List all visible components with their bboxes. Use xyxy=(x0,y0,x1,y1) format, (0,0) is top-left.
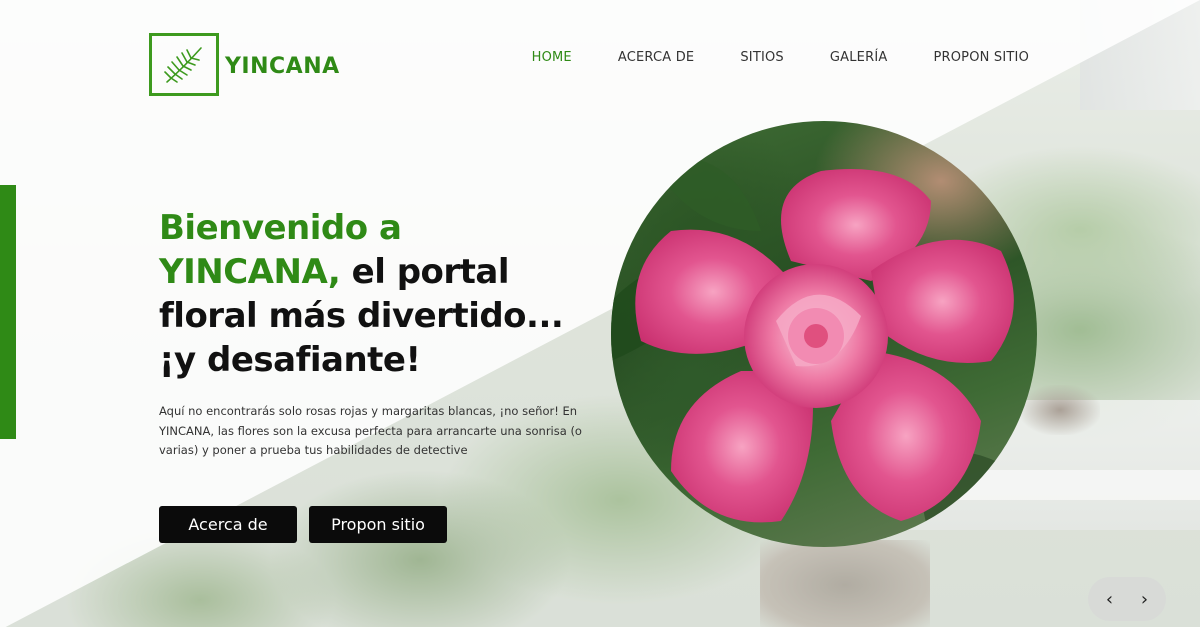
about-button[interactable]: Acerca de xyxy=(159,506,297,543)
hero-title-green-1: Bienvenido a xyxy=(159,208,402,248)
hero-title-green-2: YINCANA, xyxy=(159,252,341,292)
hero-title: Bienvenido a YINCANA, el portal floral m… xyxy=(159,206,599,382)
brand-name: YINCANA xyxy=(225,54,340,79)
hero-description: Aquí no encontrarás solo rosas rojas y m… xyxy=(159,404,582,457)
hero-title-black-1: el portal xyxy=(340,252,510,292)
left-accent-bar xyxy=(0,185,16,439)
logo-box xyxy=(149,33,219,96)
logo[interactable]: YINCANA xyxy=(149,33,340,96)
main-nav: HOME ACERCA DE SITIOS GALERÍA PROPON SIT… xyxy=(532,50,1029,65)
flower-illustration xyxy=(611,157,1037,547)
nav-item-acerca-de[interactable]: ACERCA DE xyxy=(618,50,694,65)
nav-item-home[interactable]: HOME xyxy=(532,50,572,65)
hero-title-black-3: ¡y desafiante! xyxy=(159,340,421,380)
slider-controls: ‹ › xyxy=(1088,577,1166,621)
propose-site-button[interactable]: Propon sitio xyxy=(309,506,447,543)
chevron-right-icon[interactable]: › xyxy=(1130,584,1160,614)
nav-item-sitios[interactable]: SITIOS xyxy=(740,50,784,65)
flower-image xyxy=(611,121,1037,547)
palm-leaf-icon xyxy=(164,46,202,83)
chevron-left-icon[interactable]: ‹ xyxy=(1095,584,1125,614)
nav-item-propon-sitio[interactable]: PROPON SITIO xyxy=(933,50,1029,65)
nav-item-galeria[interactable]: GALERÍA xyxy=(830,50,888,65)
hero-title-black-2: floral más divertido... xyxy=(159,296,564,336)
